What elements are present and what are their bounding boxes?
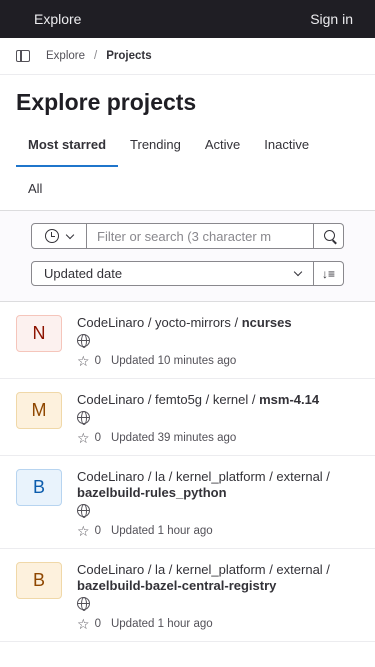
top-bar: Explore Sign in [0, 0, 375, 38]
project-meta: ☆ 0 Updated 10 minutes ago [77, 354, 359, 368]
project-meta: ☆ 0 Updated 1 hour ago [77, 524, 359, 538]
sort-label: Updated date [44, 266, 123, 281]
project-name-link[interactable]: CodeLinaro / la / kernel_platform / exte… [77, 469, 359, 501]
avatar-initial: B [32, 477, 45, 497]
project-row[interactable]: B CodeLinaro / la / kernel_platform / ex… [0, 456, 375, 549]
sidebar-toggle-icon[interactable] [16, 50, 30, 62]
sort-direction-icon: ↓≡ [321, 266, 335, 281]
project-namespace: CodeLinaro / yocto-mirrors / [77, 315, 242, 330]
tab-trending[interactable]: Trending [118, 127, 193, 167]
sign-in-link[interactable]: Sign in [310, 11, 353, 27]
breadcrumb-explore[interactable]: Explore [46, 50, 85, 62]
project-namespace: CodeLinaro / femto5g / kernel / [77, 392, 260, 407]
sort-dropdown[interactable]: Updated date [31, 261, 314, 286]
sort-row: Updated date ↓≡ [31, 261, 344, 286]
project-avatar[interactable]: N [16, 315, 62, 352]
project-namespace: CodeLinaro / la / kernel_platform / exte… [77, 469, 330, 484]
project-name: bazelbuild-bazel-central-registry [77, 578, 277, 593]
globe-icon [77, 504, 90, 518]
search-button[interactable] [314, 223, 344, 249]
avatar-initial: M [31, 400, 47, 420]
globe-icon [77, 334, 90, 348]
explore-title[interactable]: Explore [34, 11, 81, 27]
project-row[interactable]: B CodeLinaro / la / kernel_platform / ex… [0, 549, 375, 642]
breadcrumb: Explore / Projects [0, 38, 375, 75]
project-avatar[interactable]: B [16, 469, 62, 506]
chevron-down-icon [293, 267, 303, 277]
search-history-button[interactable] [31, 223, 87, 249]
tab-most-starred[interactable]: Most starred [16, 127, 119, 167]
star-icon[interactable]: ☆ [77, 431, 90, 445]
star-icon[interactable]: ☆ [77, 617, 90, 631]
project-row[interactable]: N CodeLinaro / yocto-mirrors / ncurses ☆… [0, 302, 375, 379]
project-name: bazelbuild-rules_python [77, 485, 227, 500]
tabs: Most starred Trending Active Inactive [0, 127, 375, 167]
star-count[interactable]: 0 [95, 618, 101, 630]
globe-icon [77, 411, 90, 425]
project-body: CodeLinaro / la / kernel_platform / exte… [77, 562, 359, 631]
breadcrumb-separator: / [94, 50, 98, 62]
updated-time: Updated 39 minutes ago [110, 432, 237, 444]
tab-inactive[interactable]: Inactive [252, 127, 321, 167]
history-icon [45, 229, 59, 243]
project-name-link[interactable]: CodeLinaro / femto5g / kernel / msm-4.14 [77, 392, 359, 408]
project-meta: ☆ 0 Updated 39 minutes ago [77, 431, 359, 445]
project-avatar[interactable]: M [16, 392, 62, 429]
project-name: ncurses [241, 315, 292, 330]
project-meta: ☆ 0 Updated 1 hour ago [77, 617, 359, 631]
project-body: CodeLinaro / yocto-mirrors / ncurses ☆ 0… [77, 315, 359, 368]
avatar-initial: N [32, 323, 46, 343]
star-icon[interactable]: ☆ [77, 524, 90, 538]
updated-time: Updated 1 hour ago [110, 525, 213, 537]
avatar-initial: B [32, 570, 45, 590]
breadcrumb-projects[interactable]: Projects [106, 50, 151, 62]
project-name: msm-4.14 [259, 392, 320, 407]
globe-icon [77, 597, 90, 611]
tabs-row-2: All [0, 167, 375, 211]
project-body: CodeLinaro / femto5g / kernel / msm-4.14… [77, 392, 359, 445]
filter-row: Filter or search (3 character m [31, 223, 344, 249]
star-icon[interactable]: ☆ [77, 354, 90, 368]
search-icon [324, 229, 335, 241]
star-count[interactable]: 0 [95, 355, 101, 367]
project-body: CodeLinaro / la / kernel_platform / exte… [77, 469, 359, 538]
star-count[interactable]: 0 [95, 432, 101, 444]
page-title: Explore projects [16, 89, 197, 115]
updated-time: Updated 10 minutes ago [110, 355, 237, 367]
project-namespace: CodeLinaro / la / kernel_platform / exte… [77, 562, 330, 577]
tab-active[interactable]: Active [193, 127, 252, 167]
project-row[interactable]: M CodeLinaro / femto5g / kernel / msm-4.… [0, 379, 375, 456]
updated-time: Updated 1 hour ago [110, 618, 213, 630]
search-input[interactable]: Filter or search (3 character m [87, 223, 314, 249]
project-list: N CodeLinaro / yocto-mirrors / ncurses ☆… [0, 302, 375, 642]
project-name-link[interactable]: CodeLinaro / la / kernel_platform / exte… [77, 562, 359, 594]
star-count[interactable]: 0 [95, 525, 101, 537]
filter-area: Filter or search (3 character m Updated … [0, 211, 375, 302]
sort-direction-button[interactable]: ↓≡ [314, 261, 344, 286]
project-avatar[interactable]: B [16, 562, 62, 599]
project-name-link[interactable]: CodeLinaro / yocto-mirrors / ncurses [77, 315, 359, 331]
chevron-down-icon [65, 230, 75, 239]
tab-all[interactable]: All [16, 167, 359, 207]
